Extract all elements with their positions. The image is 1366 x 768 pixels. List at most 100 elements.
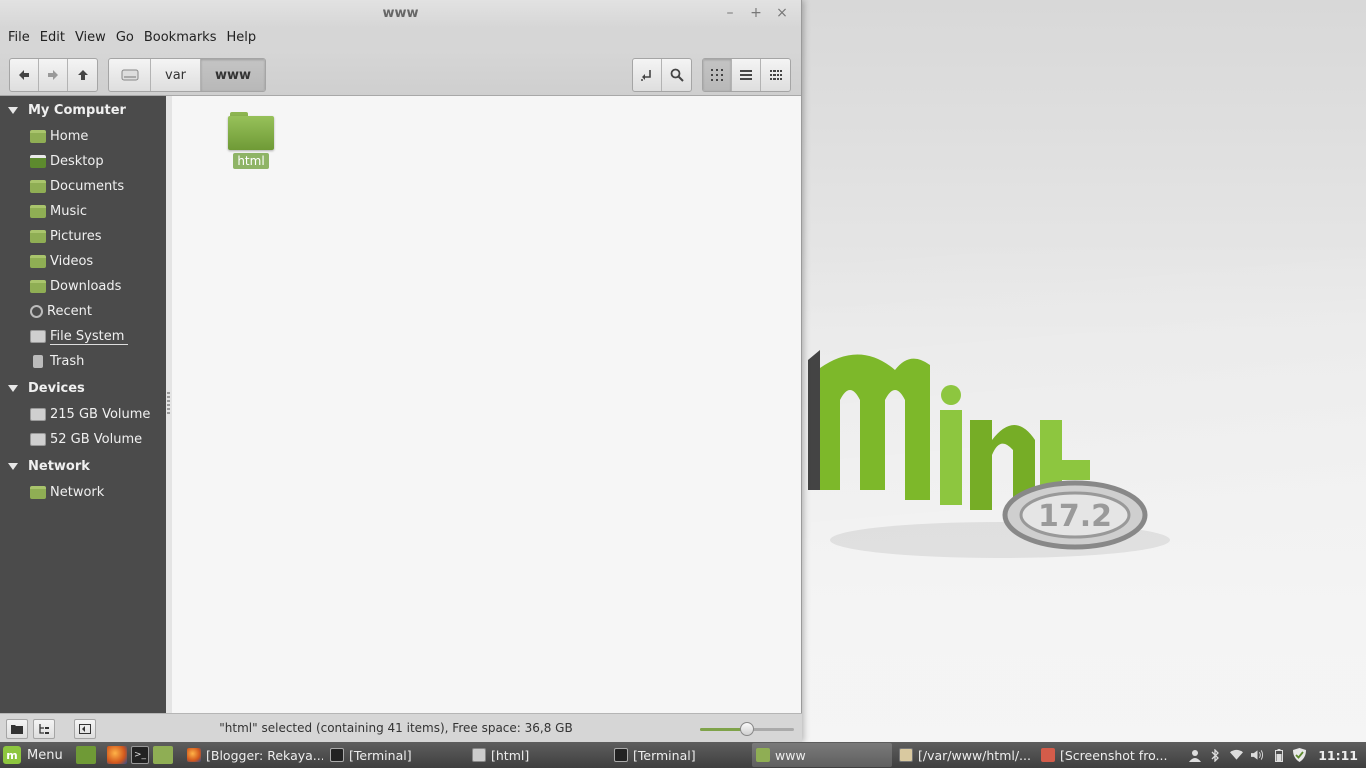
battery-icon[interactable]	[1272, 748, 1285, 762]
screenshot-icon	[1041, 748, 1055, 762]
sidebar-section-network[interactable]: Network	[0, 452, 166, 480]
sidebar-item-videos[interactable]: Videos	[0, 249, 166, 274]
bluetooth-icon[interactable]	[1209, 748, 1222, 762]
task-label: [html]	[491, 747, 530, 763]
forward-button[interactable]	[39, 59, 68, 91]
sidebar-item-52gb-volume[interactable]: 52 GB Volume	[0, 427, 166, 452]
list-view-button[interactable]	[732, 59, 761, 91]
sidebar-section-title: Network	[28, 458, 90, 474]
firefox-icon	[187, 748, 201, 762]
music-folder-icon	[30, 205, 46, 218]
sidebar-section-my-computer[interactable]: My Computer	[0, 96, 166, 124]
close-button[interactable]: ×	[773, 4, 791, 22]
terminal-launcher-icon[interactable]: >_	[131, 746, 149, 764]
sidebar-item-trash[interactable]: Trash	[0, 349, 166, 374]
sidebar-item-215gb-volume[interactable]: 215 GB Volume	[0, 402, 166, 427]
volume-drive-icon	[30, 433, 46, 446]
folder-icon	[228, 112, 274, 150]
sidebar-item-pictures[interactable]: Pictures	[0, 224, 166, 249]
arrow-up-icon	[77, 70, 88, 80]
toolbar: var www	[0, 50, 801, 96]
wifi-icon[interactable]	[1230, 748, 1244, 762]
sidebar-item-documents[interactable]: Documents	[0, 174, 166, 199]
desktop-icon	[30, 155, 46, 168]
sidebar-item-downloads[interactable]: Downloads	[0, 274, 166, 299]
minimize-button[interactable]: –	[721, 4, 739, 22]
window-controls: – + ×	[721, 4, 791, 22]
update-shield-icon[interactable]	[1293, 748, 1307, 762]
task-blogger[interactable]: [Blogger: Rekaya...	[183, 743, 323, 767]
title-bar[interactable]: www – + ×	[0, 0, 801, 28]
sidebar-item-home[interactable]: Home	[0, 124, 166, 149]
menu-bookmarks[interactable]: Bookmarks	[139, 28, 222, 50]
menu-view[interactable]: View	[70, 28, 111, 50]
pictures-folder-icon	[30, 230, 46, 243]
search-icon	[670, 68, 684, 82]
compact-list-icon	[769, 70, 782, 80]
show-desktop-launcher-icon[interactable]	[76, 746, 96, 764]
sidebar-item-network[interactable]: Network	[0, 480, 166, 505]
grid-icon	[711, 69, 723, 81]
compact-view-button[interactable]	[761, 59, 790, 91]
search-button[interactable]	[662, 59, 691, 91]
terminal-icon	[614, 748, 628, 762]
task-terminal-2[interactable]: [Terminal]	[610, 743, 750, 767]
file-view[interactable]: html	[172, 96, 801, 713]
sidebar-item-recent[interactable]: Recent	[0, 299, 166, 324]
menu-edit[interactable]: Edit	[35, 28, 70, 50]
breadcrumb-root[interactable]	[109, 59, 151, 91]
sidebar: My Computer Home Desktop Documents Music…	[0, 96, 166, 713]
menu-file[interactable]: File	[3, 28, 35, 50]
toggle-location-button[interactable]	[633, 59, 662, 91]
text-editor-icon	[899, 748, 913, 762]
sidebar-section-title: My Computer	[28, 102, 126, 118]
files-launcher-icon[interactable]	[153, 746, 173, 764]
file-item-html-folder[interactable]: html	[228, 112, 274, 169]
zoom-slider[interactable]	[700, 722, 794, 736]
sidebar-section-devices[interactable]: Devices	[0, 374, 166, 402]
home-folder-icon	[30, 130, 46, 143]
sidebar-item-desktop[interactable]: Desktop	[0, 149, 166, 174]
sidebar-item-label: Desktop	[50, 154, 104, 169]
menu-help[interactable]: Help	[221, 28, 261, 50]
sidebar-item-label: 215 GB Volume	[50, 407, 151, 422]
user-icon[interactable]	[1188, 748, 1201, 762]
task-label: www	[775, 747, 806, 763]
task-screenshot[interactable]: [Screenshot fro...	[1037, 743, 1177, 767]
sidebar-item-file-system[interactable]: File System	[0, 324, 166, 349]
up-button[interactable]	[68, 59, 97, 91]
network-folder-icon	[30, 486, 46, 499]
location-search-buttons	[632, 58, 692, 92]
maximize-button[interactable]: +	[747, 4, 765, 22]
task-www[interactable]: www	[752, 743, 892, 767]
firefox-launcher-icon[interactable]	[107, 746, 127, 764]
task-html[interactable]: [html]	[468, 743, 608, 767]
back-button[interactable]	[10, 59, 39, 91]
breadcrumb-var[interactable]: var	[151, 59, 202, 91]
sidebar-item-label: Music	[50, 204, 87, 219]
volume-icon[interactable]	[1251, 748, 1264, 762]
window-title: www	[382, 6, 419, 21]
start-menu-button[interactable]: m Menu	[3, 745, 63, 765]
documents-folder-icon	[30, 180, 46, 193]
task-label: [/var/www/html/...	[918, 747, 1031, 763]
sidebar-item-label: Home	[50, 129, 89, 144]
arrow-left-icon	[19, 70, 29, 80]
arrow-right-icon	[48, 70, 58, 80]
window-icon	[472, 748, 486, 762]
menu-go[interactable]: Go	[111, 28, 139, 50]
task-terminal-1[interactable]: [Terminal]	[326, 743, 466, 767]
status-bar: "html" selected (containing 41 items), F…	[0, 713, 802, 742]
clock[interactable]: 11:11	[1318, 748, 1358, 763]
task-var-www-html[interactable]: [/var/www/html/...	[895, 743, 1035, 767]
terminal-icon	[330, 748, 344, 762]
zoom-slider-handle[interactable]	[740, 722, 754, 736]
main-body: My Computer Home Desktop Documents Music…	[0, 96, 802, 713]
breadcrumb-www[interactable]: www	[201, 59, 266, 91]
sidebar-item-music[interactable]: Music	[0, 199, 166, 224]
icon-view-button[interactable]	[703, 59, 732, 91]
navigation-buttons	[9, 58, 98, 92]
view-mode-buttons	[702, 58, 791, 92]
mint-logo-icon: m	[3, 746, 21, 764]
taskbar-panel: m Menu >_ [Blogger: Rekaya... [Terminal]…	[0, 742, 1366, 768]
